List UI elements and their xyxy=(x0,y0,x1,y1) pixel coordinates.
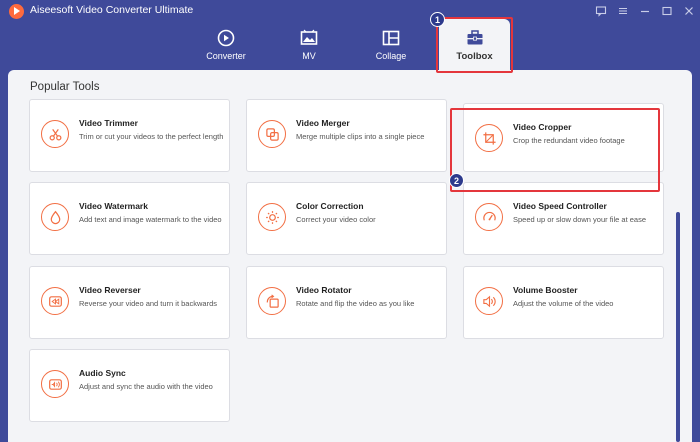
tool-description: Add text and image watermark to the vide… xyxy=(79,215,222,224)
collage-icon xyxy=(382,30,400,46)
tool-title: Video Watermark xyxy=(79,201,148,211)
tab-converter-label: Converter xyxy=(206,51,246,61)
tool-description: Reverse your video and turn it backwards xyxy=(79,299,217,308)
rewind-icon xyxy=(41,287,69,315)
tool-card-video-merger[interactable]: Video Merger Merge multiple clips into a… xyxy=(246,99,447,172)
tool-title: Video Speed Controller xyxy=(513,201,607,211)
window-controls xyxy=(590,0,700,22)
speed-controller-highlight-box xyxy=(450,108,660,192)
rotate-icon xyxy=(258,287,286,315)
tab-mv-label: MV xyxy=(302,51,316,61)
mv-icon xyxy=(300,29,318,45)
converter-icon xyxy=(217,29,235,47)
tool-description: Rotate and flip the video as you like xyxy=(296,299,415,308)
tool-card-video-trimmer[interactable]: Video Trimmer Trim or cut your videos to… xyxy=(29,99,230,172)
volume-icon xyxy=(475,287,503,315)
tab-collage[interactable]: Collage xyxy=(356,28,426,68)
tool-title: Video Trimmer xyxy=(79,118,138,128)
tool-card-video-speed-controller[interactable]: Video Speed Controller Speed up or slow … xyxy=(463,182,664,255)
tool-description: Speed up or slow down your file at ease xyxy=(513,215,646,224)
minimize-icon[interactable] xyxy=(634,0,656,22)
scissors-icon xyxy=(41,120,69,148)
toolbox-highlight-box xyxy=(436,17,513,73)
tool-title: Color Correction xyxy=(296,201,364,211)
tool-title: Video Merger xyxy=(296,118,350,128)
tool-description: Adjust the volume of the video xyxy=(513,299,614,308)
tool-title: Audio Sync xyxy=(79,368,126,378)
tool-card-color-correction[interactable]: Color Correction Correct your video colo… xyxy=(246,182,447,255)
feedback-icon[interactable] xyxy=(590,0,612,22)
droplet-icon xyxy=(41,203,69,231)
tab-collage-label: Collage xyxy=(375,51,407,61)
step-badge-1: 1 xyxy=(430,12,445,27)
tool-title: Volume Booster xyxy=(513,285,578,295)
close-icon[interactable] xyxy=(678,0,700,22)
menu-icon[interactable] xyxy=(612,0,634,22)
tool-description: Merge multiple clips into a single piece xyxy=(296,132,425,141)
tool-card-video-rotator[interactable]: Video Rotator Rotate and flip the video … xyxy=(246,266,447,339)
tool-description: Adjust and sync the audio with the video xyxy=(79,382,213,391)
section-title: Popular Tools xyxy=(30,81,100,93)
app-logo-icon xyxy=(9,4,24,19)
tool-card-volume-booster[interactable]: Volume Booster Adjust the volume of the … xyxy=(463,266,664,339)
sun-icon xyxy=(258,203,286,231)
step-badge-2: 2 xyxy=(449,173,464,188)
app-title: Aiseesoft Video Converter Ultimate xyxy=(30,4,194,16)
main-nav: Converter MV Collage Toolbox xyxy=(0,19,700,72)
tool-card-video-watermark[interactable]: Video Watermark Add text and image water… xyxy=(29,182,230,255)
scrollbar[interactable] xyxy=(676,212,680,442)
tool-title: Video Reverser xyxy=(79,285,141,295)
tool-card-video-reverser[interactable]: Video Reverser Reverse your video and tu… xyxy=(29,266,230,339)
title-bar: Aiseesoft Video Converter Ultimate xyxy=(0,0,700,22)
maximize-icon[interactable] xyxy=(656,0,678,22)
tab-mv[interactable]: MV xyxy=(274,28,344,68)
tool-title: Video Rotator xyxy=(296,285,352,295)
tool-card-audio-sync[interactable]: Audio Sync Adjust and sync the audio wit… xyxy=(29,349,230,422)
tab-converter[interactable]: Converter xyxy=(191,28,261,68)
audio-sync-icon xyxy=(41,370,69,398)
speedometer-icon xyxy=(475,203,503,231)
tool-description: Correct your video color xyxy=(296,215,376,224)
merge-icon xyxy=(258,120,286,148)
tool-description: Trim or cut your videos to the perfect l… xyxy=(79,132,224,141)
